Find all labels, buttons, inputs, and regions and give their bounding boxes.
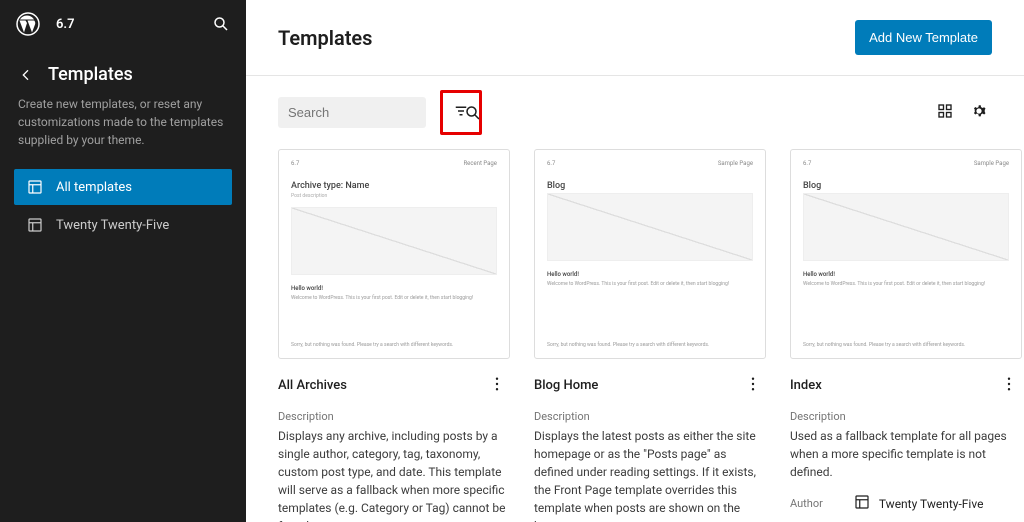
template-thumbnail[interactable]: 6.7Recent Page Archive type: NamePost de… xyxy=(278,149,510,359)
wp-version: 6.7 xyxy=(56,17,75,32)
description-heading: Description xyxy=(278,410,510,423)
template-title: Index xyxy=(790,378,822,393)
filter-icon xyxy=(452,102,470,120)
template-actions-button[interactable] xyxy=(740,371,766,400)
sidebar-nav-list: All templates Twenty Twenty-Five xyxy=(0,169,246,245)
sidebar-panel: 6.7 Templates Create new templates, or r… xyxy=(0,0,246,522)
toolbar xyxy=(246,76,1024,149)
sidebar-item-label: All templates xyxy=(56,180,132,195)
description-heading: Description xyxy=(790,410,1022,423)
template-actions-button[interactable] xyxy=(484,371,510,400)
add-new-template-button[interactable]: Add New Template xyxy=(855,20,992,55)
template-thumbnail[interactable]: 6.7Sample Page Blog Hello world! Welcome… xyxy=(790,149,1022,359)
back-icon[interactable] xyxy=(18,67,34,83)
author-heading: Author xyxy=(790,497,823,510)
description-heading: Description xyxy=(534,410,766,423)
sidebar-item-all-templates[interactable]: All templates xyxy=(14,169,232,205)
layout-icon xyxy=(26,178,44,196)
main-panel: Templates Add New Template xyxy=(246,0,1024,522)
filter-button[interactable] xyxy=(448,98,474,127)
template-title: All Archives xyxy=(278,378,347,393)
sidebar-nav-header: Templates xyxy=(0,48,246,95)
layout-icon xyxy=(26,216,44,234)
main-header: Templates Add New Template xyxy=(246,0,1024,76)
template-actions-button[interactable] xyxy=(996,371,1022,400)
sidebar-item-label: Twenty Twenty-Five xyxy=(56,218,169,233)
template-card: 6.7Recent Page Archive type: NamePost de… xyxy=(278,149,510,502)
template-grid: 6.7Recent Page Archive type: NamePost de… xyxy=(246,149,1024,522)
wordpress-logo-icon[interactable] xyxy=(16,12,40,36)
page-title: Templates xyxy=(278,26,372,50)
sidebar-title: Templates xyxy=(48,64,133,85)
more-icon xyxy=(744,381,762,396)
template-card: 6.7Sample Page Blog Hello world! Welcome… xyxy=(534,149,766,502)
gear-icon xyxy=(970,102,988,120)
template-title: Blog Home xyxy=(534,378,598,393)
template-card: 6.7Sample Page Blog Hello world! Welcome… xyxy=(790,149,1022,502)
layout-icon xyxy=(853,493,871,514)
grid-icon xyxy=(936,102,954,120)
search-input[interactable] xyxy=(288,97,464,128)
more-icon xyxy=(488,381,506,396)
sidebar-topbar: 6.7 xyxy=(0,0,246,48)
template-description: Displays any archive, including posts by… xyxy=(278,427,510,522)
more-icon xyxy=(1000,381,1018,396)
search-box[interactable] xyxy=(278,97,426,128)
template-description: Displays the latest posts as either the … xyxy=(534,427,766,522)
template-description: Used as a fallback template for all page… xyxy=(790,427,1022,481)
grid-view-button[interactable] xyxy=(932,98,958,127)
filter-highlight xyxy=(440,90,482,135)
view-options-button[interactable] xyxy=(966,98,992,127)
template-thumbnail[interactable]: 6.7Sample Page Blog Hello world! Welcome… xyxy=(534,149,766,359)
command-palette-icon[interactable] xyxy=(212,15,230,33)
template-author: Twenty Twenty-Five xyxy=(853,493,984,514)
sidebar-item-theme[interactable]: Twenty Twenty-Five xyxy=(14,207,232,243)
sidebar-description: Create new templates, or reset any custo… xyxy=(0,95,246,169)
